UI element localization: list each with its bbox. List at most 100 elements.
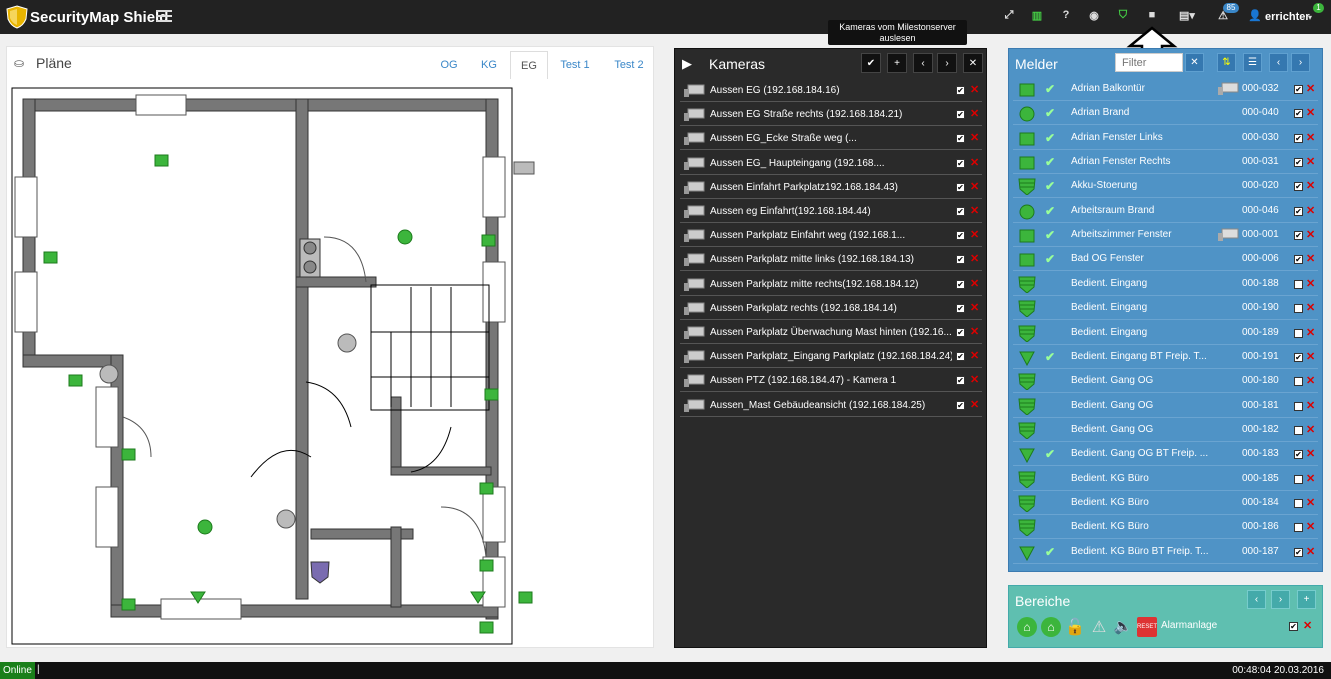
menu-toggle-icon[interactable] <box>156 10 172 23</box>
melder-checkbox[interactable]: ✔ <box>1294 231 1303 241</box>
add-from-server-button[interactable]: + <box>887 53 907 73</box>
home-arm-icon[interactable]: ⌂ <box>1017 617 1037 637</box>
floor-plan[interactable] <box>11 87 541 647</box>
eye-icon[interactable]: ◉ <box>1087 9 1101 25</box>
melder-row[interactable]: ✔ Adrian Balkontür 000-032 ✔ ✕ <box>1013 77 1318 101</box>
melder-checkbox[interactable]: ✔ <box>1294 450 1303 460</box>
camera-row[interactable]: Aussen EG (192.168.184.16) ✔ ✕ <box>680 79 982 102</box>
melder-checkbox[interactable] <box>1294 474 1303 484</box>
delete-icon[interactable]: ✕ <box>970 369 979 392</box>
melder-checkbox[interactable] <box>1294 425 1303 435</box>
delete-icon[interactable]: ✕ <box>1306 77 1315 101</box>
melder-checkbox[interactable]: ✔ <box>1294 206 1303 216</box>
delete-icon[interactable]: ✕ <box>1306 515 1315 539</box>
warning-icon[interactable]: ⚠ <box>1089 617 1109 637</box>
melder-row[interactable]: ✔ Bedient. Gang OG BT Freip. ... 000-183 ✔ ✕ <box>1013 442 1318 467</box>
melder-row[interactable]: Bedient. Gang OG 000-182 ✕ <box>1013 417 1318 442</box>
melder-row[interactable]: ✔ Arbeitszimmer Fenster 000-001 ✔ ✕ <box>1013 223 1318 248</box>
camera-row[interactable]: Aussen Einfahrt Parkplatz192.168.184.43)… <box>680 176 982 199</box>
melder-row[interactable]: ✔ Adrian Fenster Rechts 000-031 ✔ ✕ <box>1013 150 1318 175</box>
delete-icon[interactable]: ✕ <box>1306 150 1315 174</box>
close-button[interactable]: ✕ <box>963 53 983 73</box>
tab-test-1[interactable]: Test 1 <box>553 51 597 79</box>
list-view-button[interactable]: ☰ <box>1243 53 1262 72</box>
delete-icon[interactable]: ✕ <box>970 152 979 175</box>
next-button[interactable]: › <box>1291 53 1310 72</box>
camera-row[interactable]: Aussen Parkplatz Einfahrt weg (192.168.1… <box>680 224 982 248</box>
camera-row[interactable]: Aussen EG_Ecke Straße weg (... ✔ ✕ <box>680 127 982 151</box>
camera-row[interactable]: Aussen PTZ (192.168.184.47) - Kamera 1 ✔ ✕ <box>680 369 982 393</box>
camera-icon[interactable] <box>1217 81 1239 96</box>
delete-icon[interactable]: ✕ <box>1306 199 1315 223</box>
camera-row[interactable]: Aussen Parkplatz mitte rechts(192.168.18… <box>680 273 982 296</box>
delete-icon[interactable]: ✕ <box>1306 174 1315 198</box>
delete-icon[interactable]: ✕ <box>1306 247 1315 271</box>
list-dropdown-icon[interactable]: ▤▾ <box>1176 9 1198 25</box>
melder-row[interactable]: Bedient. Gang OG 000-180 ✕ <box>1013 369 1318 394</box>
melder-checkbox[interactable] <box>1294 523 1303 533</box>
camera-checkbox[interactable]: ✔ <box>956 376 965 386</box>
camera-row[interactable]: Aussen eg Einfahrt(192.168.184.44) ✔ ✕ <box>680 200 982 223</box>
melder-checkbox[interactable]: ✔ <box>1294 182 1303 192</box>
user-caret-icon[interactable]: ▾ <box>1308 13 1312 22</box>
melder-checkbox[interactable]: ✔ <box>1294 158 1303 168</box>
camera-checkbox[interactable]: ✔ <box>956 328 965 337</box>
delete-icon[interactable]: ✕ <box>970 321 979 344</box>
delete-icon[interactable]: ✕ <box>970 248 979 271</box>
delete-icon[interactable]: ✕ <box>970 176 979 199</box>
delete-icon[interactable]: ✕ <box>970 273 979 296</box>
melder-row[interactable]: Bedient. KG Büro 000-186 ✕ <box>1013 515 1318 540</box>
camera-checkbox[interactable]: ✔ <box>956 86 965 95</box>
melder-row[interactable]: ✔ Adrian Brand 000-040 ✔ ✕ <box>1013 101 1318 126</box>
melder-row[interactable]: ✔ Bad OG Fenster 000-006 ✔ ✕ <box>1013 247 1318 272</box>
delete-icon[interactable]: ✕ <box>970 79 979 102</box>
camera-checkbox[interactable]: ✔ <box>956 158 965 168</box>
delete-icon[interactable]: ✕ <box>1306 394 1315 418</box>
camera-nav-icon[interactable]: ■ <box>1144 9 1160 25</box>
siren-mute-icon[interactable]: 🔈 <box>1113 617 1133 637</box>
delete-icon[interactable]: ✕ <box>1306 126 1315 150</box>
clear-filter-button[interactable]: ✕ <box>1185 53 1204 72</box>
melder-checkbox[interactable]: ✔ <box>1294 133 1303 143</box>
delete-icon[interactable]: ✕ <box>1303 619 1312 632</box>
camera-checkbox[interactable]: ✔ <box>956 303 965 313</box>
melder-checkbox[interactable]: ✔ <box>1294 352 1303 362</box>
camera-checkbox[interactable]: ✔ <box>956 134 965 144</box>
melder-row[interactable]: ✔ Adrian Fenster Links 000-030 ✔ ✕ <box>1013 125 1318 150</box>
unlock-icon[interactable]: 🔓 <box>1065 617 1085 637</box>
delete-icon[interactable]: ✕ <box>1306 101 1315 125</box>
add-button[interactable]: + <box>1297 590 1316 609</box>
user-icon[interactable]: 👤 <box>1248 9 1262 25</box>
camera-row[interactable]: Aussen Parkplatz mitte links (192.168.18… <box>680 248 982 272</box>
area-checkbox[interactable]: ✔ <box>1289 622 1298 631</box>
melder-row[interactable]: Bedient. Eingang 000-190 ✕ <box>1013 296 1318 321</box>
camera-row[interactable]: Aussen Parkplatz Überwachung Mast hinten… <box>680 321 982 344</box>
delete-icon[interactable]: ✕ <box>970 345 979 368</box>
reset-button[interactable]: RESET <box>1137 617 1157 637</box>
delete-icon[interactable]: ✕ <box>1306 418 1315 442</box>
delete-icon[interactable]: ✕ <box>1306 296 1315 320</box>
melder-row[interactable]: Bedient. Gang OG 000-181 ✕ <box>1013 393 1318 418</box>
melder-checkbox[interactable]: ✔ <box>1294 255 1303 265</box>
delete-icon[interactable]: ✕ <box>970 224 979 247</box>
delete-icon[interactable]: ✕ <box>1306 272 1315 296</box>
prev-button[interactable]: ‹ <box>1269 53 1288 72</box>
camera-checkbox[interactable]: ✔ <box>956 182 965 192</box>
melder-checkbox[interactable] <box>1294 279 1303 289</box>
user-menu[interactable]: errichter <box>1265 11 1310 23</box>
camera-row[interactable]: Aussen EG Straße rechts (192.168.184.21)… <box>680 103 982 127</box>
delete-icon[interactable]: ✕ <box>1306 467 1315 491</box>
camera-checkbox[interactable]: ✔ <box>956 352 965 362</box>
fullscreen-icon[interactable]: ⤢ <box>1002 9 1016 25</box>
home-partial-icon[interactable]: ⌂ <box>1041 617 1061 637</box>
camera-row[interactable]: Aussen Parkplatz rechts (192.168.184.14)… <box>680 297 982 320</box>
delete-icon[interactable]: ✕ <box>1306 491 1315 515</box>
tab-test-2[interactable]: Test 2 <box>605 51 653 79</box>
camera-checkbox[interactable]: ✔ <box>956 207 965 216</box>
camera-row[interactable]: Aussen Parkplatz_Eingang Parkplatz (192.… <box>680 345 982 369</box>
delete-icon[interactable]: ✕ <box>1306 540 1315 564</box>
tab-eg[interactable]: EG <box>510 51 548 79</box>
melder-row[interactable]: ✔ Arbeitsraum Brand 000-046 ✔ ✕ <box>1013 198 1318 223</box>
melder-checkbox[interactable] <box>1294 377 1303 387</box>
check-all-button[interactable]: ✔ <box>861 53 881 73</box>
